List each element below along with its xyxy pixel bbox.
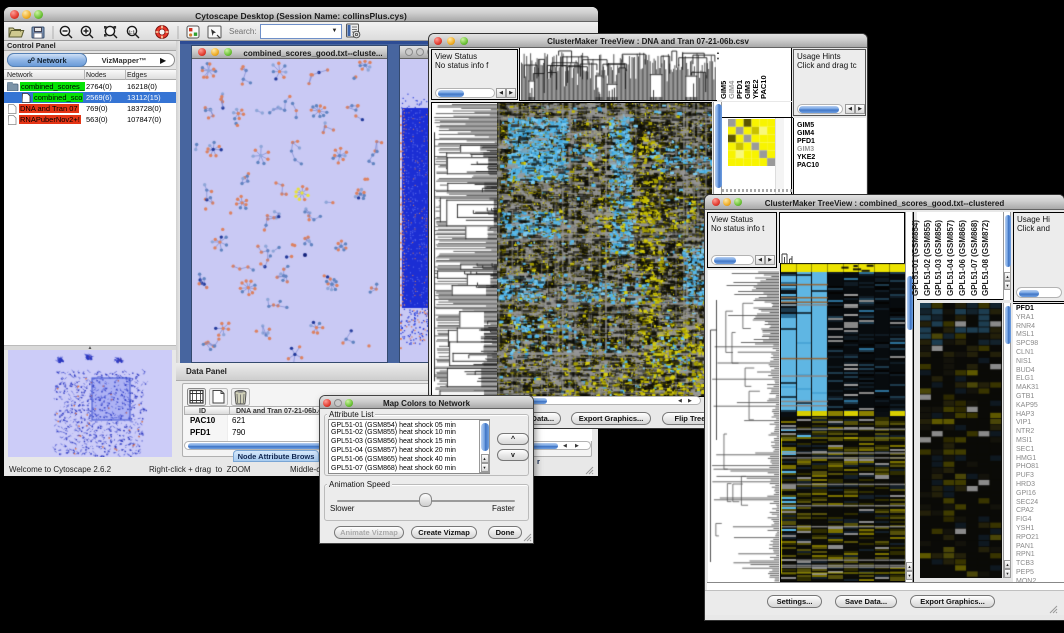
svg-text:1:1: 1:1 bbox=[129, 29, 136, 34]
